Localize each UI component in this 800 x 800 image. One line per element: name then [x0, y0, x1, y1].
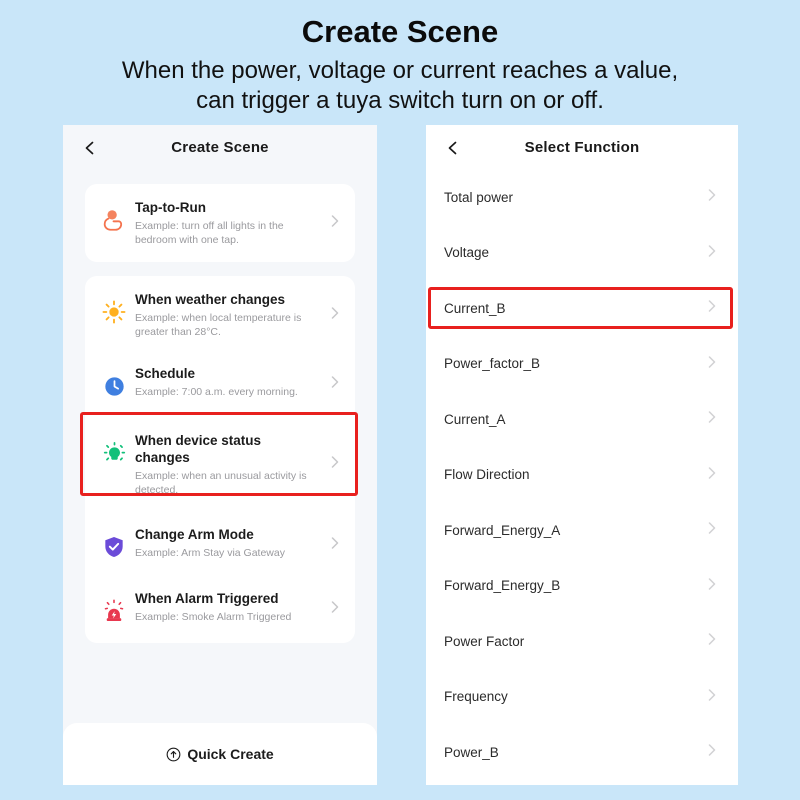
clock-icon: [97, 369, 131, 403]
function-label: Frequency: [444, 689, 508, 705]
select-function-screen: Select Function Total power Voltage Curr…: [426, 125, 738, 785]
subtitle-line-1: When the power, voltage or current reach…: [121, 57, 679, 84]
function-label: Voltage: [444, 245, 490, 261]
chevron-right-icon: [706, 466, 718, 485]
function-item-frequency[interactable]: Frequency: [426, 670, 738, 726]
left-panel-header: Create Scene: [63, 125, 377, 170]
scene-item-change-arm-mode[interactable]: Change Arm Mode Example: Arm Stay via Ga…: [85, 513, 355, 577]
scene-item-when-device-status-changes[interactable]: When device status changes Example: when…: [85, 416, 355, 513]
sun-icon: [97, 295, 131, 329]
function-item-flow-direction[interactable]: Flow Direction: [426, 448, 738, 504]
tap-hand-icon: [97, 203, 131, 237]
scene-text-block: When device status changes Example: when…: [131, 432, 329, 497]
chevron-right-icon: [329, 600, 341, 619]
function-label: Total power: [444, 189, 514, 205]
chevron-right-icon: [329, 306, 341, 325]
left-panel-title: Create Scene: [171, 139, 269, 156]
back-icon[interactable]: [83, 141, 97, 155]
scene-title: When Alarm Triggered: [135, 591, 279, 606]
scene-title: Change Arm Mode: [135, 527, 254, 542]
chevron-right-icon: [706, 577, 718, 596]
device-status-icon: [97, 436, 131, 470]
function-item-power-factor[interactable]: Power Factor: [426, 614, 738, 670]
scene-text-block: Tap-to-Run Example: turn off all lights …: [131, 199, 329, 247]
function-list: Total power Voltage Current_B Power_fact…: [426, 170, 738, 781]
chevron-right-icon: [706, 632, 718, 651]
chevron-right-icon: [706, 188, 718, 207]
scene-description: Example: when an unusual activity is det…: [135, 470, 307, 496]
shield-check-icon: [97, 530, 131, 564]
function-item-total-power[interactable]: Total power: [426, 170, 738, 226]
function-item-voltage[interactable]: Voltage: [426, 226, 738, 282]
chevron-right-icon: [329, 455, 341, 474]
chevron-right-icon: [706, 688, 718, 707]
right-panel-title: Select Function: [524, 139, 640, 156]
scene-description: Example: when local temperature is great…: [135, 312, 302, 338]
function-label: Power_factor_B: [444, 356, 541, 372]
quick-create-label: Quick Create: [187, 746, 274, 762]
function-item-power-b[interactable]: Power_B: [426, 725, 738, 781]
chevron-right-icon: [706, 355, 718, 374]
scene-item-tap-to-run[interactable]: Tap-to-Run Example: turn off all lights …: [85, 186, 355, 260]
quick-create-button[interactable]: Quick Create: [63, 723, 377, 785]
scene-title: Schedule: [135, 366, 196, 381]
alarm-siren-icon: [97, 594, 131, 628]
scene-card-group: When weather changes Example: when local…: [85, 276, 355, 643]
chevron-right-icon: [329, 536, 341, 555]
scene-description: Example: Smoke Alarm Triggered: [135, 611, 292, 623]
arrow-up-circle-icon: [166, 747, 181, 762]
page-header: Create Scene When the power, voltage or …: [0, 0, 800, 116]
scene-description: Example: Arm Stay via Gateway: [135, 547, 285, 559]
function-label: Current_B: [444, 300, 506, 316]
chevron-right-icon: [706, 244, 718, 263]
scene-title: Tap-to-Run: [135, 200, 206, 215]
chevron-right-icon: [706, 521, 718, 540]
create-scene-screen: Create Scene Tap-to-Run Example: turn of…: [63, 125, 377, 785]
back-icon[interactable]: [446, 141, 460, 155]
scene-title: When device status changes: [135, 433, 262, 465]
function-label: Power_B: [444, 744, 499, 760]
function-label: Flow Direction: [444, 467, 530, 483]
chevron-right-icon: [706, 299, 718, 318]
function-label: Current_A: [444, 411, 506, 427]
scene-item-when-alarm-triggered[interactable]: When Alarm Triggered Example: Smoke Alar…: [85, 577, 355, 641]
right-panel-header: Select Function: [426, 125, 738, 170]
chevron-right-icon: [706, 410, 718, 429]
scene-title: When weather changes: [135, 292, 286, 307]
scene-text-block: Schedule Example: 7:00 a.m. every mornin…: [131, 365, 329, 399]
page-title: Create Scene: [301, 14, 499, 49]
scene-description: Example: turn off all lights in the bedr…: [135, 220, 284, 246]
page-subtitle: When the power, voltage or current reach…: [0, 56, 800, 116]
function-item-current-a[interactable]: Current_A: [426, 392, 738, 448]
chevron-right-icon: [706, 743, 718, 762]
chevron-right-icon: [329, 214, 341, 233]
function-label: Power Factor: [444, 633, 525, 649]
scene-item-schedule[interactable]: Schedule Example: 7:00 a.m. every mornin…: [85, 352, 355, 416]
scene-text-block: When weather changes Example: when local…: [131, 291, 329, 339]
scene-card-tap-to-run: Tap-to-Run Example: turn off all lights …: [85, 184, 355, 262]
chevron-right-icon: [329, 375, 341, 394]
scene-item-when-weather-changes[interactable]: When weather changes Example: when local…: [85, 278, 355, 352]
function-item-power-factor-b[interactable]: Power_factor_B: [426, 337, 738, 393]
function-item-current-b[interactable]: Current_B: [426, 281, 738, 337]
function-item-forward-energy-a[interactable]: Forward_Energy_A: [426, 503, 738, 559]
function-item-forward-energy-b[interactable]: Forward_Energy_B: [426, 559, 738, 615]
function-label: Forward_Energy_B: [444, 578, 561, 594]
subtitle-line-2: can trigger a tuya switch turn on or off…: [196, 87, 604, 114]
scene-text-block: Change Arm Mode Example: Arm Stay via Ga…: [131, 526, 329, 560]
function-label: Forward_Energy_A: [444, 522, 561, 538]
scene-text-block: When Alarm Triggered Example: Smoke Alar…: [131, 590, 329, 624]
scene-description: Example: 7:00 a.m. every morning.: [135, 386, 298, 398]
